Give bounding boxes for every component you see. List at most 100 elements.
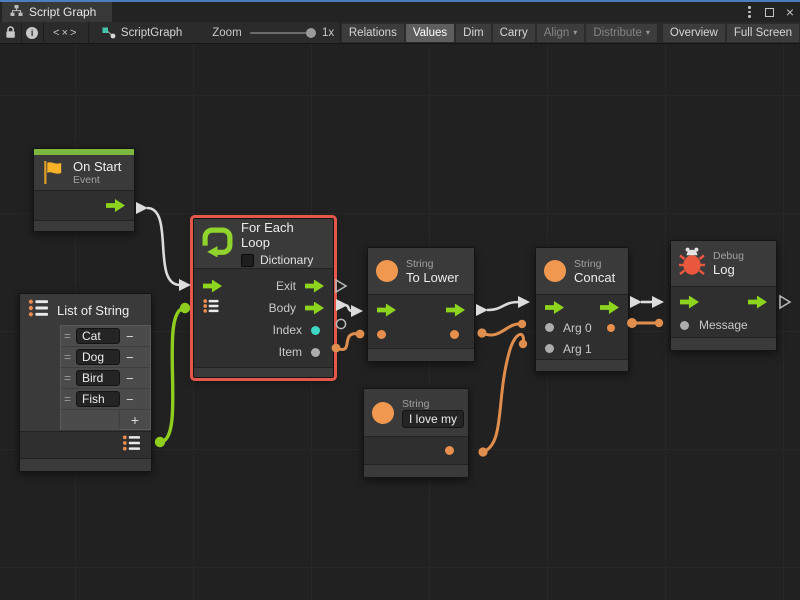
toolbar-button-fullscreen[interactable]: Full Screen <box>727 24 799 42</box>
list-editor: = Cat − = Dog − = Bird − = Fish − <box>60 325 151 430</box>
graph-toolbar: i <×> ScriptGraph Zoom 1x Relations Valu… <box>0 22 800 44</box>
flow-input-port[interactable] <box>680 296 699 309</box>
list-item-input[interactable]: Fish <box>76 391 120 407</box>
port-label-arg0: Arg 0 <box>563 321 592 335</box>
code-view-icon[interactable]: <×> <box>43 22 88 44</box>
flag-icon <box>42 162 65 184</box>
flow-input-port[interactable] <box>377 304 396 317</box>
item-output-port[interactable] <box>311 348 320 357</box>
list-item-row: = Cat − <box>61 326 150 347</box>
string-type-icon <box>544 260 566 282</box>
node-for-each-loop[interactable]: For Each Loop Dictionary Exit <box>193 218 334 378</box>
list-item-input[interactable]: Bird <box>76 370 120 386</box>
toolbar-button-values[interactable]: Values <box>406 24 454 42</box>
value-output-port[interactable] <box>450 330 459 339</box>
list-item-row: = Bird − <box>61 368 150 389</box>
remove-item-button[interactable]: − <box>126 329 134 344</box>
port-label-item: Item <box>279 345 302 359</box>
node-footer <box>194 367 333 377</box>
list-item-input[interactable]: Cat <box>76 328 120 344</box>
toolbar-button-overview[interactable]: Overview <box>663 24 725 42</box>
string-type-icon <box>376 260 398 282</box>
port-label-exit: Exit <box>276 279 296 293</box>
toolbar-button-dim[interactable]: Dim <box>456 24 490 42</box>
remove-item-button[interactable]: − <box>126 392 134 407</box>
node-debug-log[interactable]: Debug Log Message <box>670 240 777 351</box>
tab-bar: Script Graph × <box>0 0 800 22</box>
zoom-slider[interactable] <box>250 32 314 34</box>
drag-handle[interactable]: = <box>64 329 71 343</box>
node-footer <box>364 464 468 477</box>
node-on-start[interactable]: On Start Event <box>33 148 135 232</box>
flow-output-port[interactable] <box>106 199 125 212</box>
index-output-port[interactable] <box>311 326 320 335</box>
lock-icon[interactable] <box>0 22 21 44</box>
zoom-slider-handle[interactable] <box>306 28 316 38</box>
dictionary-checkbox[interactable] <box>241 254 254 267</box>
tab-script-graph[interactable]: Script Graph <box>2 2 112 22</box>
arg0-input-port[interactable] <box>545 323 554 332</box>
close-button[interactable]: × <box>786 7 794 17</box>
node-title: List of String <box>57 303 129 318</box>
flow-output-port[interactable] <box>446 304 465 317</box>
port-label-arg1: Arg 1 <box>563 342 592 356</box>
list-output-port[interactable] <box>122 435 142 456</box>
drag-handle[interactable]: = <box>64 350 71 364</box>
message-input-port[interactable] <box>680 321 689 330</box>
port-label-body: Body <box>269 301 296 315</box>
chevron-down-icon: ▾ <box>646 28 650 37</box>
list-item-row: = Fish − <box>61 389 150 410</box>
window-menu-button[interactable] <box>746 4 752 19</box>
value-output-port[interactable] <box>607 324 615 332</box>
info-icon[interactable]: i <box>22 22 43 44</box>
remove-item-button[interactable]: − <box>126 371 134 386</box>
port-label-index: Index <box>273 323 302 337</box>
list-input-port[interactable] <box>203 299 220 318</box>
flow-output-port[interactable] <box>748 296 767 309</box>
value-input-port[interactable] <box>377 330 386 339</box>
flow-output-port[interactable] <box>600 301 619 314</box>
node-list-of-string[interactable]: List of String = Cat − = Dog − = Bird − <box>19 293 152 472</box>
node-title: For Each Loop <box>241 220 324 250</box>
node-string-literal[interactable]: String I love my <box>363 388 469 478</box>
graph-name[interactable]: ScriptGraph <box>121 27 182 39</box>
toolbar-button-align[interactable]: Align▾ <box>537 24 585 42</box>
value-output-port[interactable] <box>445 446 454 455</box>
node-title: Log <box>713 262 744 277</box>
body-output-port[interactable] <box>305 302 324 315</box>
node-subtitle: Debug <box>713 250 744 262</box>
drag-handle[interactable]: = <box>64 371 71 385</box>
exit-output-port[interactable] <box>305 280 324 293</box>
zoom-value: 1x <box>322 27 334 39</box>
toolbar-button-carry[interactable]: Carry <box>493 24 535 42</box>
loop-icon <box>202 226 233 262</box>
zoom-label: Zoom <box>212 27 241 39</box>
list-item-input[interactable]: Dog <box>76 349 120 365</box>
maximize-button[interactable] <box>765 8 774 17</box>
unity-visual-scripting-window: On Start Event List of String <box>0 0 800 600</box>
string-type-icon <box>372 402 394 424</box>
drag-handle[interactable]: = <box>64 392 71 406</box>
node-footer <box>368 348 474 361</box>
node-subtitle: String <box>402 398 464 410</box>
node-subtitle: String <box>406 258 459 270</box>
node-subtitle: Event <box>73 174 121 186</box>
graph-icon <box>97 22 121 44</box>
node-footer <box>536 359 628 371</box>
list-icon <box>28 299 50 322</box>
node-to-lower[interactable]: String To Lower <box>367 247 475 362</box>
add-item-button[interactable]: + <box>119 410 150 430</box>
string-value-input[interactable]: I love my <box>402 410 464 428</box>
chevron-down-icon: ▾ <box>573 28 577 37</box>
toolbar-button-distribute[interactable]: Distribute▾ <box>586 24 657 42</box>
remove-item-button[interactable]: − <box>126 350 134 365</box>
toolbar-button-relations[interactable]: Relations <box>342 24 404 42</box>
node-title: Concat <box>574 270 615 285</box>
flow-input-port[interactable] <box>545 301 564 314</box>
arg1-input-port[interactable] <box>545 344 554 353</box>
node-footer <box>671 337 776 350</box>
node-footer <box>34 220 134 231</box>
node-title: On Start <box>73 159 121 174</box>
node-concat[interactable]: String Concat Arg 0 Arg 1 <box>535 247 629 372</box>
flow-input-port[interactable] <box>203 280 222 293</box>
